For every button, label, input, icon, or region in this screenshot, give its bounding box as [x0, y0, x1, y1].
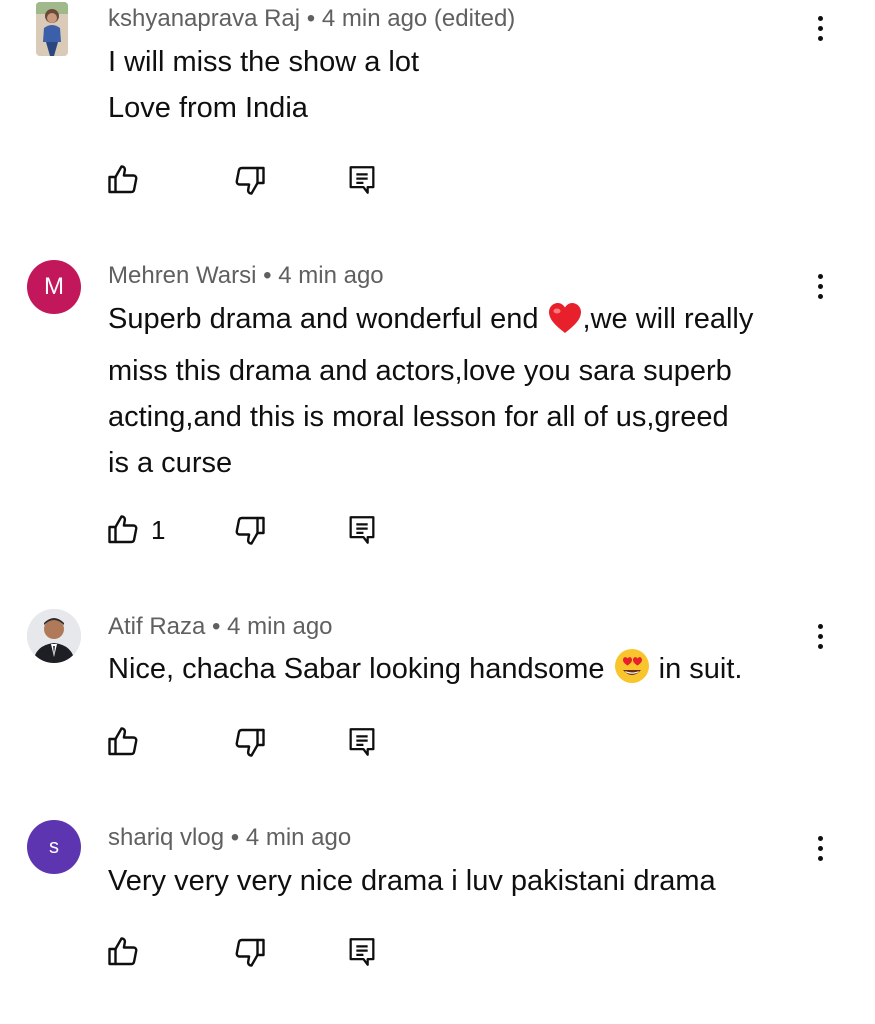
reply-button[interactable] — [345, 510, 379, 550]
author-name[interactable]: Atif Raza — [108, 613, 205, 640]
reply-icon — [349, 728, 375, 756]
more-vert-icon-dot — [817, 643, 823, 649]
dislike-button[interactable] — [232, 510, 268, 550]
comment-line-part: Nice, chacha Sabar looking handsome — [108, 653, 605, 685]
reply-icon — [349, 938, 375, 966]
comment-actions — [105, 160, 405, 200]
comment-line-part: Superb drama and wonderful end — [108, 303, 539, 335]
more-vert-icon-dot — [817, 25, 823, 31]
thumbs-down-icon — [235, 516, 265, 545]
comment-line: miss this drama and actors,love you sara… — [108, 355, 732, 387]
comment-text: I will miss the show a lot Love from Ind… — [108, 39, 813, 131]
more-vert-icon-dot — [817, 273, 823, 279]
more-vert-icon-dot — [817, 15, 823, 21]
comment-actions — [105, 932, 405, 972]
more-vert-icon-dot — [817, 855, 823, 861]
comment-meta: shariq vlog • 4 min ago — [108, 823, 351, 853]
heart-eyes-emoji — [613, 648, 651, 698]
comment-meta: Atif Raza • 4 min ago — [108, 612, 333, 642]
avatar[interactable]: M — [27, 260, 81, 314]
thumbs-down-icon — [235, 728, 265, 757]
meta-separator: • — [300, 5, 322, 32]
comment-line: acting,and this is moral lesson for all … — [108, 401, 729, 433]
red-heart-emoji — [547, 302, 583, 348]
more-vert-icon-dot — [817, 633, 823, 639]
comment-time: 4 min ago — [227, 613, 333, 640]
comment-line-part: ,we will really — [582, 303, 754, 335]
dislike-button[interactable] — [232, 160, 268, 200]
comment-actions — [105, 722, 405, 762]
author-name[interactable]: shariq vlog — [108, 824, 224, 851]
comment-text: Very very very nice drama i luv pakistan… — [108, 858, 813, 904]
comment-time: 4 min ago — [245, 824, 352, 851]
more-vert-icon-dot — [817, 845, 823, 851]
comment-text: Nice, chacha Sabar looking handsome in s… — [108, 646, 813, 698]
author-name[interactable]: kshyanaprava Raj — [108, 5, 300, 32]
meta-separator: • — [224, 824, 246, 851]
avatar[interactable]: S — [27, 820, 81, 874]
like-button[interactable]: 1 — [105, 510, 165, 550]
reply-icon — [349, 166, 375, 194]
thumbs-up-icon — [108, 727, 138, 756]
like-button[interactable] — [105, 722, 141, 762]
comment-text: Superb drama and wonderful end ,we will … — [108, 296, 813, 486]
thumbs-up-icon — [108, 165, 138, 194]
avatar-letter: M — [44, 273, 64, 300]
reply-button[interactable] — [345, 160, 379, 200]
comment-meta: kshyanaprava Raj • 4 min ago (edited) — [108, 4, 515, 34]
reply-icon — [349, 516, 375, 544]
reply-button[interactable] — [345, 722, 379, 762]
avatar[interactable] — [27, 609, 81, 663]
more-vert-icon-dot — [817, 623, 823, 629]
comment-line: is a curse — [108, 447, 233, 479]
more-vert-icon-dot — [817, 835, 823, 841]
meta-separator: • — [256, 262, 279, 289]
comment-line: Nice, chacha Sabar looking handsome in s… — [108, 646, 813, 698]
comment-actions: 1 — [105, 510, 405, 550]
comment-line: I will miss the show a lot — [108, 46, 420, 78]
comment-meta: Mehren Warsi • 4 min ago — [108, 261, 384, 291]
dislike-button[interactable] — [232, 722, 268, 762]
more-vert-icon-dot — [817, 35, 823, 41]
avatar[interactable] — [36, 2, 68, 56]
comment-line: Love from India — [108, 92, 308, 124]
comment-line: Very very very nice drama i luv pakistan… — [108, 865, 716, 897]
comment-line-part: in suit. — [658, 653, 743, 685]
dislike-button[interactable] — [232, 932, 268, 972]
author-name[interactable]: Mehren Warsi — [108, 262, 256, 289]
comment-time: 4 min ago — [278, 262, 384, 289]
thumbs-down-icon — [235, 938, 265, 967]
like-count: 1 — [151, 514, 166, 545]
avatar-letter: S — [49, 835, 59, 858]
user-photo-icon — [36, 2, 68, 56]
more-vert-icon-dot — [817, 283, 823, 289]
user-photo-icon — [27, 609, 81, 663]
more-vert-icon-dot — [817, 293, 823, 299]
thumbs-down-icon — [235, 166, 265, 195]
reply-button[interactable] — [345, 932, 379, 972]
meta-separator: • — [205, 613, 228, 640]
comment-line: Superb drama and wonderful end ,we will … — [108, 296, 813, 348]
like-button[interactable] — [105, 160, 141, 200]
thumbs-up-icon — [108, 515, 138, 544]
thumbs-up-icon — [108, 937, 138, 966]
like-button[interactable] — [105, 932, 141, 972]
comment-time: 4 min ago (edited) — [321, 5, 516, 32]
